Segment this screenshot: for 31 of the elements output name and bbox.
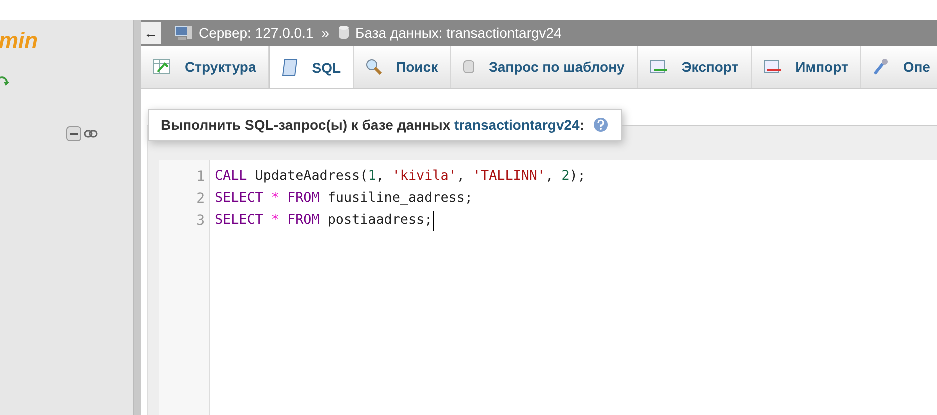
tab[interactable]: Импорт [752,46,862,88]
line-number: 2 [196,190,205,209]
document-icon [282,58,298,76]
tab[interactable]: Опе [861,46,937,88]
collapse-icon[interactable] [66,126,82,142]
line-number: 3 [196,212,205,231]
breadcrumb-link[interactable]: Сервер: 127.0.0.1 [199,25,314,41]
database-link[interactable]: transactiontargv24 [454,117,580,133]
tab[interactable]: Поиск [354,46,452,88]
table-export-icon [650,60,668,74]
line-number: 1 [196,168,205,187]
help-icon[interactable] [592,117,608,133]
wrench-icon [873,58,890,76]
table-import-icon [764,60,782,74]
panel-heading: Выполнить SQL-запрос(ы) к базе данных transactiontargv24: [161,117,584,133]
back-button[interactable]: ← [141,22,161,44]
server-icon [175,25,193,41]
database-icon [463,59,476,75]
tab[interactable]: Экспорт [638,46,752,88]
link-icon[interactable] [84,130,98,138]
sql-editor[interactable]: 1 2 3 CALL UpdateAadress(1, 'kivila', 'TALLINN', 2); SELECT * FROM fuusiline_aadress; SELECT * FROM postiaadress; [159,160,937,415]
table-icon [153,59,171,75]
breadcrumb-link[interactable]: База данных: transactiontargv24 [356,25,562,41]
code-line: CALL UpdateAadress(1, 'kivila', 'TALLINN', 2); [215,168,586,186]
search-icon [366,59,382,75]
code-line: SELECT * FROM fuusiline_aadress; [215,190,473,208]
tab[interactable]: Запрос по шаблону [451,46,638,88]
breadcrumb-separator: » [322,25,330,41]
code-line: SELECT * FROM postiaadress; [215,212,433,230]
tab[interactable]: SQL [269,46,354,88]
database-icon [338,25,350,41]
